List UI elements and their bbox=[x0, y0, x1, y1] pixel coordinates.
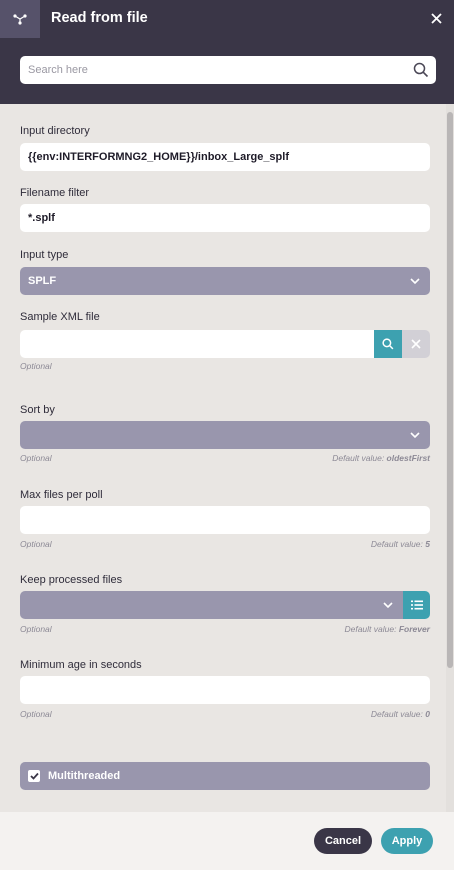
sort-by-label: Sort by bbox=[20, 404, 55, 416]
multithreaded-toggle[interactable]: Multithreaded bbox=[20, 762, 430, 790]
sample-xml-hint: Optional bbox=[20, 361, 52, 371]
apply-button[interactable]: Apply bbox=[381, 828, 433, 854]
max-files-default: Default value: 5 bbox=[371, 539, 430, 549]
keep-processed-label: Keep processed files bbox=[20, 574, 123, 586]
browse-file-button[interactable] bbox=[374, 330, 402, 358]
chevron-down-icon bbox=[383, 602, 393, 609]
default-prefix: Default value: bbox=[370, 709, 426, 719]
route-icon bbox=[0, 0, 40, 38]
filename-filter-field[interactable]: *.splf bbox=[20, 204, 430, 232]
min-age-field[interactable] bbox=[20, 676, 430, 704]
close-icon[interactable] bbox=[426, 8, 446, 28]
search-icon[interactable] bbox=[413, 62, 429, 78]
panel-header: Read from file bbox=[0, 0, 454, 104]
input-directory-label: Input directory bbox=[20, 125, 90, 137]
chevron-down-icon bbox=[410, 432, 420, 439]
search-input[interactable] bbox=[20, 56, 410, 84]
dialog-footer: Cancel Apply bbox=[0, 812, 454, 870]
max-files-field[interactable] bbox=[20, 506, 430, 534]
sort-by-default: Default value: oldestFirst bbox=[332, 453, 430, 463]
max-files-hint: Optional bbox=[20, 539, 52, 549]
chevron-down-icon bbox=[410, 278, 420, 285]
multithreaded-label: Multithreaded bbox=[48, 770, 121, 782]
sample-xml-label: Sample XML file bbox=[20, 311, 100, 323]
search-box bbox=[20, 56, 436, 84]
cancel-button[interactable]: Cancel bbox=[314, 828, 372, 854]
default-value: Forever bbox=[398, 624, 430, 634]
default-value: 0 bbox=[425, 709, 430, 719]
filename-filter-label: Filename filter bbox=[20, 187, 90, 199]
input-type-label: Input type bbox=[20, 249, 69, 261]
input-type-value: SPLF bbox=[28, 275, 57, 287]
default-prefix: Default value: bbox=[332, 453, 387, 463]
default-value: oldestFirst bbox=[386, 453, 430, 463]
input-type-select[interactable]: SPLF bbox=[20, 267, 430, 295]
panel-title: Read from file bbox=[51, 10, 148, 26]
sort-by-select[interactable] bbox=[20, 421, 430, 449]
max-files-label: Max files per poll bbox=[20, 489, 103, 501]
close-icon bbox=[411, 339, 421, 349]
min-age-default: Default value: 0 bbox=[371, 709, 430, 719]
scrollbar-thumb[interactable] bbox=[447, 112, 453, 668]
default-prefix: Default value: bbox=[370, 539, 426, 549]
input-directory-field[interactable]: {{env:INTERFORMNG2_HOME}}/inbox_Large_sp… bbox=[20, 143, 430, 171]
multithreaded-checkbox[interactable] bbox=[28, 770, 40, 782]
check-icon bbox=[29, 772, 39, 780]
list-options-button[interactable] bbox=[403, 591, 430, 619]
keep-processed-hint: Optional bbox=[20, 624, 52, 634]
clear-file-button[interactable] bbox=[402, 330, 430, 358]
keep-processed-default: Default value: Forever bbox=[344, 624, 430, 634]
search-icon bbox=[382, 338, 394, 350]
min-age-label: Minimum age in seconds bbox=[20, 659, 142, 671]
keep-processed-select[interactable] bbox=[20, 591, 403, 619]
sort-by-hint: Optional bbox=[20, 453, 52, 463]
list-icon bbox=[410, 600, 423, 610]
min-age-hint: Optional bbox=[20, 709, 52, 719]
default-value: 5 bbox=[425, 539, 430, 549]
sample-xml-field[interactable] bbox=[20, 330, 374, 358]
default-prefix: Default value: bbox=[344, 624, 399, 634]
